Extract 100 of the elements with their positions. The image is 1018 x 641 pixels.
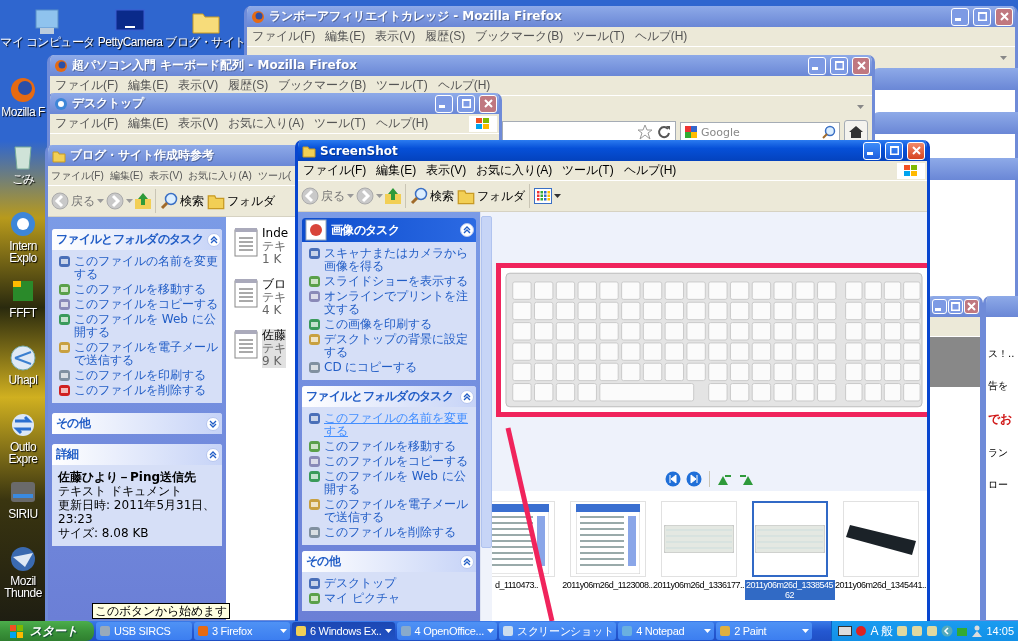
task-link[interactable]: このファイルをコピーする (324, 455, 468, 468)
task-link[interactable]: CD にコピーする (324, 361, 418, 374)
menu-item[interactable]: ヘルプ(H) (629, 28, 693, 45)
collapse-icon[interactable] (206, 232, 220, 247)
desktop-icon-label[interactable]: SIRIU (0, 508, 46, 520)
task-link[interactable]: このファイルの名前を変更する (74, 255, 218, 281)
task-link[interactable]: デスクトップ (324, 577, 396, 590)
address-field[interactable] (502, 121, 676, 143)
minimize-button[interactable] (435, 94, 453, 113)
dropdown-arrow-icon[interactable] (384, 628, 392, 634)
task-link[interactable]: この画像を印刷する (324, 318, 432, 331)
minimize-button[interactable] (808, 56, 826, 75)
panel-header[interactable]: その他 (52, 413, 222, 434)
menu-item[interactable]: 編集(E) (123, 115, 174, 132)
text-file-icon[interactable] (234, 329, 258, 359)
menu-item[interactable]: お気に入り(A) (185, 168, 255, 183)
menu-item[interactable]: ヘルプ(H) (618, 162, 682, 179)
task-link[interactable]: このファイルを電子メールで送信する (324, 498, 472, 524)
text-file-icon[interactable] (234, 227, 258, 257)
close-button[interactable] (479, 94, 497, 113)
task-link[interactable]: このファイルを印刷する (74, 369, 206, 382)
thumbnail-frame[interactable] (751, 501, 828, 577)
task-link[interactable]: このファイルをコピーする (74, 298, 218, 311)
task-link[interactable]: このファイルを移動する (74, 283, 206, 296)
menu-item[interactable]: ヘルプ(H) (432, 77, 496, 94)
menu-item[interactable]: 履歴(S) (223, 77, 274, 94)
chevron-left-icon[interactable] (941, 625, 954, 637)
menu-item[interactable]: 表示(V) (173, 77, 224, 94)
file-name[interactable]: 2011y06m26d_1336177.. (653, 580, 744, 590)
minimize-button[interactable] (932, 299, 947, 314)
back-button[interactable]: 戻る (50, 191, 96, 211)
search-bar[interactable]: Google (680, 122, 840, 142)
desktop-icon-label[interactable]: FFFT (0, 307, 46, 319)
taskbar-button[interactable]: 2 Paint (716, 622, 813, 640)
panel-header[interactable]: ファイルとフォルダのタスク (52, 229, 222, 250)
menu-item[interactable]: 表示(V) (146, 168, 186, 183)
desktop-icon-label[interactable]: Intern Explo (0, 240, 46, 264)
taskbar-button[interactable]: 3 Firefox (194, 622, 290, 640)
taskbar-button[interactable]: スクリーンショット (498, 622, 617, 640)
view-button[interactable] (533, 187, 562, 205)
file-label[interactable]: Inde テキ 1 K (262, 227, 289, 266)
maximize-button[interactable] (973, 7, 991, 26)
maximize-button[interactable] (830, 56, 848, 75)
menu-item[interactable]: ツール(T) (568, 28, 630, 45)
menu-item[interactable]: 履歴(S) (420, 28, 471, 45)
taskbar-button[interactable]: 6 Windows Ex.. (292, 622, 395, 640)
close-button[interactable] (852, 56, 870, 75)
scrollbar[interactable] (480, 212, 492, 621)
tray-icon[interactable] (911, 625, 924, 637)
menu-item[interactable]: ツール(T) (557, 162, 619, 179)
close-button[interactable] (995, 7, 1013, 26)
task-link[interactable]: デスクトップの背景に設定する (324, 333, 472, 359)
menu-item[interactable]: ブックマーク(B) (470, 28, 569, 45)
menu-item[interactable]: お気に入り(A) (471, 162, 558, 179)
file-name[interactable]: d_1110473.. (494, 580, 539, 590)
search-icon[interactable] (822, 125, 836, 139)
menu-item[interactable]: ファイル(F) (50, 115, 124, 132)
folder-up-icon[interactable] (384, 186, 402, 206)
close-button[interactable] (964, 299, 979, 314)
collapse-icon[interactable] (460, 389, 474, 404)
menu-item[interactable]: ブックマーク(B) (273, 77, 372, 94)
file-name[interactable]: 2011y06m26d_133854562 (744, 580, 835, 600)
start-button[interactable]: スタート (0, 621, 94, 641)
panel-header[interactable]: ファイルとフォルダのタスク (302, 386, 476, 407)
file-name[interactable]: 2011y06m26d_1345441.. (835, 580, 926, 590)
search-field[interactable]: Google (701, 125, 811, 139)
next-icon[interactable] (686, 471, 702, 487)
star-icon[interactable] (637, 124, 653, 140)
task-link[interactable]: このファイルを削除する (74, 384, 206, 397)
back-button[interactable]: 戻る (300, 186, 346, 206)
rotate-icon[interactable] (738, 472, 754, 486)
collapse-icon[interactable] (206, 447, 220, 462)
menu-item[interactable]: 表示(V) (370, 28, 421, 45)
panel-header[interactable]: 詳細 (52, 444, 222, 465)
task-link[interactable]: このファイルを Web に公開する (324, 470, 472, 496)
folder-up-icon[interactable] (134, 191, 152, 211)
desktop-icon[interactable] (7, 342, 39, 374)
maximize-button[interactable] (457, 94, 475, 113)
maximize-button[interactable] (885, 141, 903, 160)
task-link[interactable]: スライドショーを表示する (324, 275, 468, 288)
menu-item[interactable]: ヘルプ(H) (370, 115, 434, 132)
search-button[interactable]: 検索 (409, 186, 455, 206)
file-name[interactable]: 2011y06m26d_1123008.. (562, 580, 653, 590)
menu-item[interactable]: ツール(T) (309, 115, 371, 132)
taskbar-button[interactable]: 4 Notepad (618, 622, 715, 640)
desktop-icon-label[interactable]: PettyCamera (97, 36, 163, 48)
minimize-button[interactable] (863, 141, 881, 160)
task-link[interactable]: このファイルを移動する (324, 440, 456, 453)
taskbar-button[interactable]: 4 OpenOffice... (396, 622, 497, 640)
dropdown-arrow-icon[interactable] (554, 193, 561, 199)
menu-item[interactable]: お気に入り(A) (223, 115, 310, 132)
rotate-icon[interactable] (717, 472, 733, 486)
close-button[interactable] (907, 141, 925, 160)
file-label[interactable]: ブロ テキ 4 K (262, 278, 286, 317)
user-icon[interactable] (971, 625, 984, 637)
task-link[interactable]: このファイルを電子メールで送信する (74, 341, 218, 367)
collapse-icon[interactable] (460, 554, 474, 569)
menu-item[interactable]: 編集(E) (320, 28, 371, 45)
desktop-icon-label[interactable]: Mozilla F (0, 106, 46, 118)
ime-indicator[interactable]: 般 (881, 622, 894, 640)
